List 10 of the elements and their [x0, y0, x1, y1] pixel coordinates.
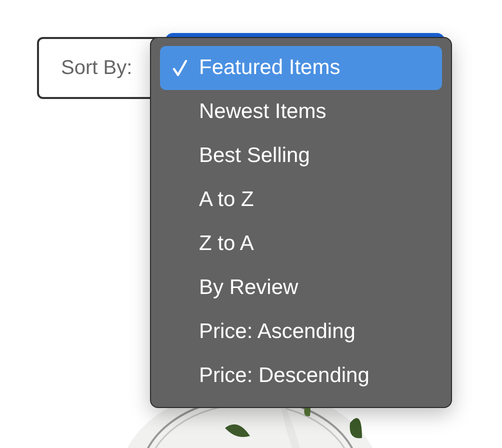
menu-item[interactable]: Z to A — [160, 222, 442, 266]
check-icon — [172, 59, 188, 77]
menu-item[interactable]: Featured Items — [160, 46, 442, 90]
menu-item[interactable]: By Review — [160, 266, 442, 310]
sort-label: Sort By: — [61, 56, 132, 80]
menu-item[interactable]: Price: Ascending — [160, 310, 442, 354]
menu-item[interactable]: Best Selling — [160, 134, 442, 178]
menu-item[interactable]: Price: Descending — [160, 354, 442, 398]
menu-item[interactable]: A to Z — [160, 178, 442, 222]
menu-item[interactable]: Newest Items — [160, 90, 442, 134]
